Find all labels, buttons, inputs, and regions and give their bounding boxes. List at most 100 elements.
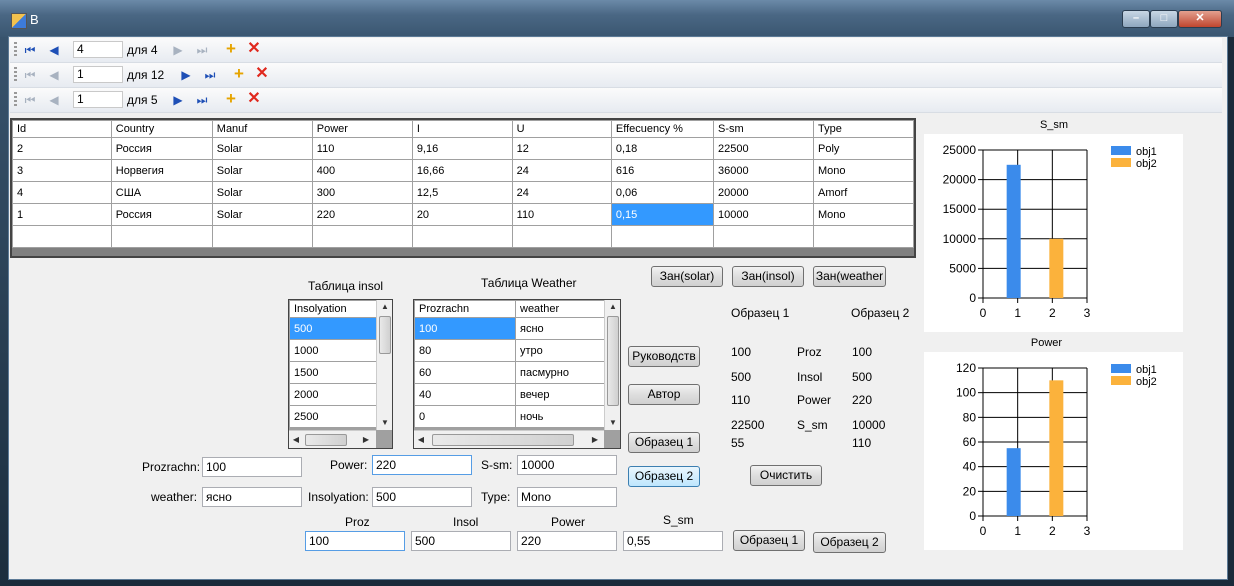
position-input[interactable]: [73, 66, 123, 83]
move-last-icon[interactable]: ⏭: [194, 42, 210, 58]
table-cell[interactable]: 2500: [289, 405, 377, 428]
table-cell[interactable]: 9,16: [411, 137, 513, 160]
toolbar-grip[interactable]: [14, 67, 17, 83]
move-next-icon[interactable]: ▶: [170, 42, 186, 58]
table-row[interactable]: 4 США Solar 300 12,5 24 0,06 20000 Amorf: [12, 181, 914, 204]
vertical-scrollbar[interactable]: ▲ ▼: [604, 300, 620, 430]
table-cell[interactable]: 22500: [713, 137, 814, 160]
scroll-thumb[interactable]: [607, 316, 619, 406]
table-cell[interactable]: Норвегия: [110, 159, 213, 182]
table-cell[interactable]: Poly: [813, 137, 914, 160]
move-last-icon[interactable]: ⏭: [194, 92, 210, 108]
sample-2-button[interactable]: Образец 2: [628, 466, 700, 487]
move-next-icon[interactable]: ▶: [178, 67, 194, 83]
column-header[interactable]: Prozrachn: [414, 300, 516, 318]
table-cell[interactable]: 300: [311, 181, 413, 204]
position-input[interactable]: [73, 91, 123, 108]
position-input[interactable]: [73, 41, 123, 58]
scroll-thumb[interactable]: [432, 434, 574, 446]
scroll-left-icon[interactable]: ◀: [291, 435, 301, 444]
solar-data-grid[interactable]: Id Country Manuf Power I U Effecuency % S-sm Typ…: [10, 118, 916, 258]
table-cell[interactable]: Россия: [110, 137, 213, 160]
column-header[interactable]: I: [411, 120, 513, 138]
table-row[interactable]: 1 Россия Solar 220 20 110 0,15 10000 Mono: [12, 203, 914, 226]
scroll-right-icon[interactable]: ▶: [361, 435, 371, 444]
table-cell[interactable]: 0,18: [610, 137, 715, 160]
table-cell[interactable]: 4: [12, 181, 112, 204]
zan-insol-button[interactable]: Зан(insol): [732, 266, 804, 287]
table-cell[interactable]: 16,66: [411, 159, 513, 182]
column-header[interactable]: U: [511, 120, 612, 138]
add-new-icon[interactable]: +: [231, 65, 247, 82]
table-cell[interactable]: 2000: [289, 383, 377, 406]
minimize-button[interactable]: –: [1122, 10, 1150, 28]
table-cell[interactable]: 40: [414, 383, 516, 406]
sample-1-bottom-button[interactable]: Образец 1: [733, 530, 805, 551]
table-row[interactable]: 100 ясно: [414, 317, 605, 340]
move-next-icon[interactable]: ▶: [170, 92, 186, 108]
table-cell[interactable]: 80: [414, 339, 516, 362]
table-row[interactable]: 2500: [289, 405, 377, 428]
weather-field[interactable]: [202, 487, 302, 507]
scroll-right-icon[interactable]: ▶: [590, 435, 600, 444]
guide-button[interactable]: Руководств: [628, 346, 700, 367]
column-header[interactable]: Insolyation: [289, 300, 377, 318]
ssm-field[interactable]: [517, 455, 617, 475]
weather-data-grid[interactable]: Prozrachn weather 100 ясно 80 утро 60 пасмурн…: [413, 299, 621, 449]
table-cell[interactable]: 24: [511, 181, 612, 204]
scroll-thumb[interactable]: [305, 434, 347, 446]
scroll-up-icon[interactable]: ▲: [605, 302, 620, 311]
move-first-icon[interactable]: ⏮: [22, 42, 38, 58]
s-sm-input[interactable]: [623, 531, 723, 551]
table-row[interactable]: 2 Россия Solar 110 9,16 12 0,18 22500 Poly: [12, 137, 914, 160]
table-cell[interactable]: 110: [511, 203, 612, 226]
table-cell[interactable]: [211, 225, 313, 248]
power-input[interactable]: [517, 531, 617, 551]
table-cell[interactable]: Россия: [110, 203, 213, 226]
table-row[interactable]: 500: [289, 317, 377, 340]
table-cell[interactable]: Solar: [211, 159, 313, 182]
column-header[interactable]: Country: [110, 120, 213, 138]
table-cell[interactable]: 0: [414, 405, 516, 428]
table-cell[interactable]: 100: [414, 317, 516, 340]
insol-data-grid[interactable]: Insolyation 500 1000 1500 2000 2500 ▲ ▼ ◀ ▶: [288, 299, 393, 449]
new-row[interactable]: [12, 225, 914, 248]
clear-button[interactable]: Очистить: [750, 465, 822, 486]
close-button[interactable]: ✕: [1178, 10, 1222, 28]
column-header[interactable]: Manuf: [211, 120, 313, 138]
table-cell[interactable]: 220: [311, 203, 413, 226]
table-cell[interactable]: [12, 225, 112, 248]
table-row[interactable]: 3 Норвегия Solar 400 16,66 24 616 36000 Mono: [12, 159, 914, 182]
table-cell[interactable]: Amorf: [813, 181, 914, 204]
insol-input[interactable]: [411, 531, 511, 551]
delete-icon[interactable]: ✕: [254, 66, 270, 82]
move-previous-icon[interactable]: ◀: [46, 42, 62, 58]
table-cell[interactable]: 10000: [713, 203, 814, 226]
scroll-thumb[interactable]: [379, 316, 391, 354]
vertical-scrollbar[interactable]: ▲ ▼: [376, 300, 392, 430]
scroll-up-icon[interactable]: ▲: [377, 302, 392, 311]
table-cell[interactable]: [713, 225, 814, 248]
table-cell[interactable]: 60: [414, 361, 516, 384]
table-cell[interactable]: вечер: [515, 383, 605, 406]
table-cell[interactable]: 1000: [289, 339, 377, 362]
table-cell[interactable]: 1: [12, 203, 112, 226]
maximize-button[interactable]: □: [1150, 10, 1178, 28]
table-cell[interactable]: Solar: [211, 137, 313, 160]
move-previous-icon[interactable]: ◀: [46, 92, 62, 108]
scroll-left-icon[interactable]: ◀: [416, 435, 426, 444]
table-cell[interactable]: 36000: [713, 159, 814, 182]
table-cell[interactable]: 24: [511, 159, 612, 182]
table-cell[interactable]: 0,06: [610, 181, 715, 204]
table-cell[interactable]: [610, 225, 715, 248]
table-row[interactable]: 0 ночь: [414, 405, 605, 428]
horizontal-scrollbar[interactable]: ◀ ▶: [414, 430, 604, 448]
table-cell[interactable]: 500: [289, 317, 377, 340]
table-row[interactable]: 2000: [289, 383, 377, 406]
column-header[interactable]: Type: [813, 120, 914, 138]
table-cell[interactable]: США: [110, 181, 213, 204]
table-cell[interactable]: 2: [12, 137, 112, 160]
toolbar-grip[interactable]: [14, 92, 17, 108]
table-cell[interactable]: ясно: [515, 317, 605, 340]
table-cell[interactable]: утро: [515, 339, 605, 362]
